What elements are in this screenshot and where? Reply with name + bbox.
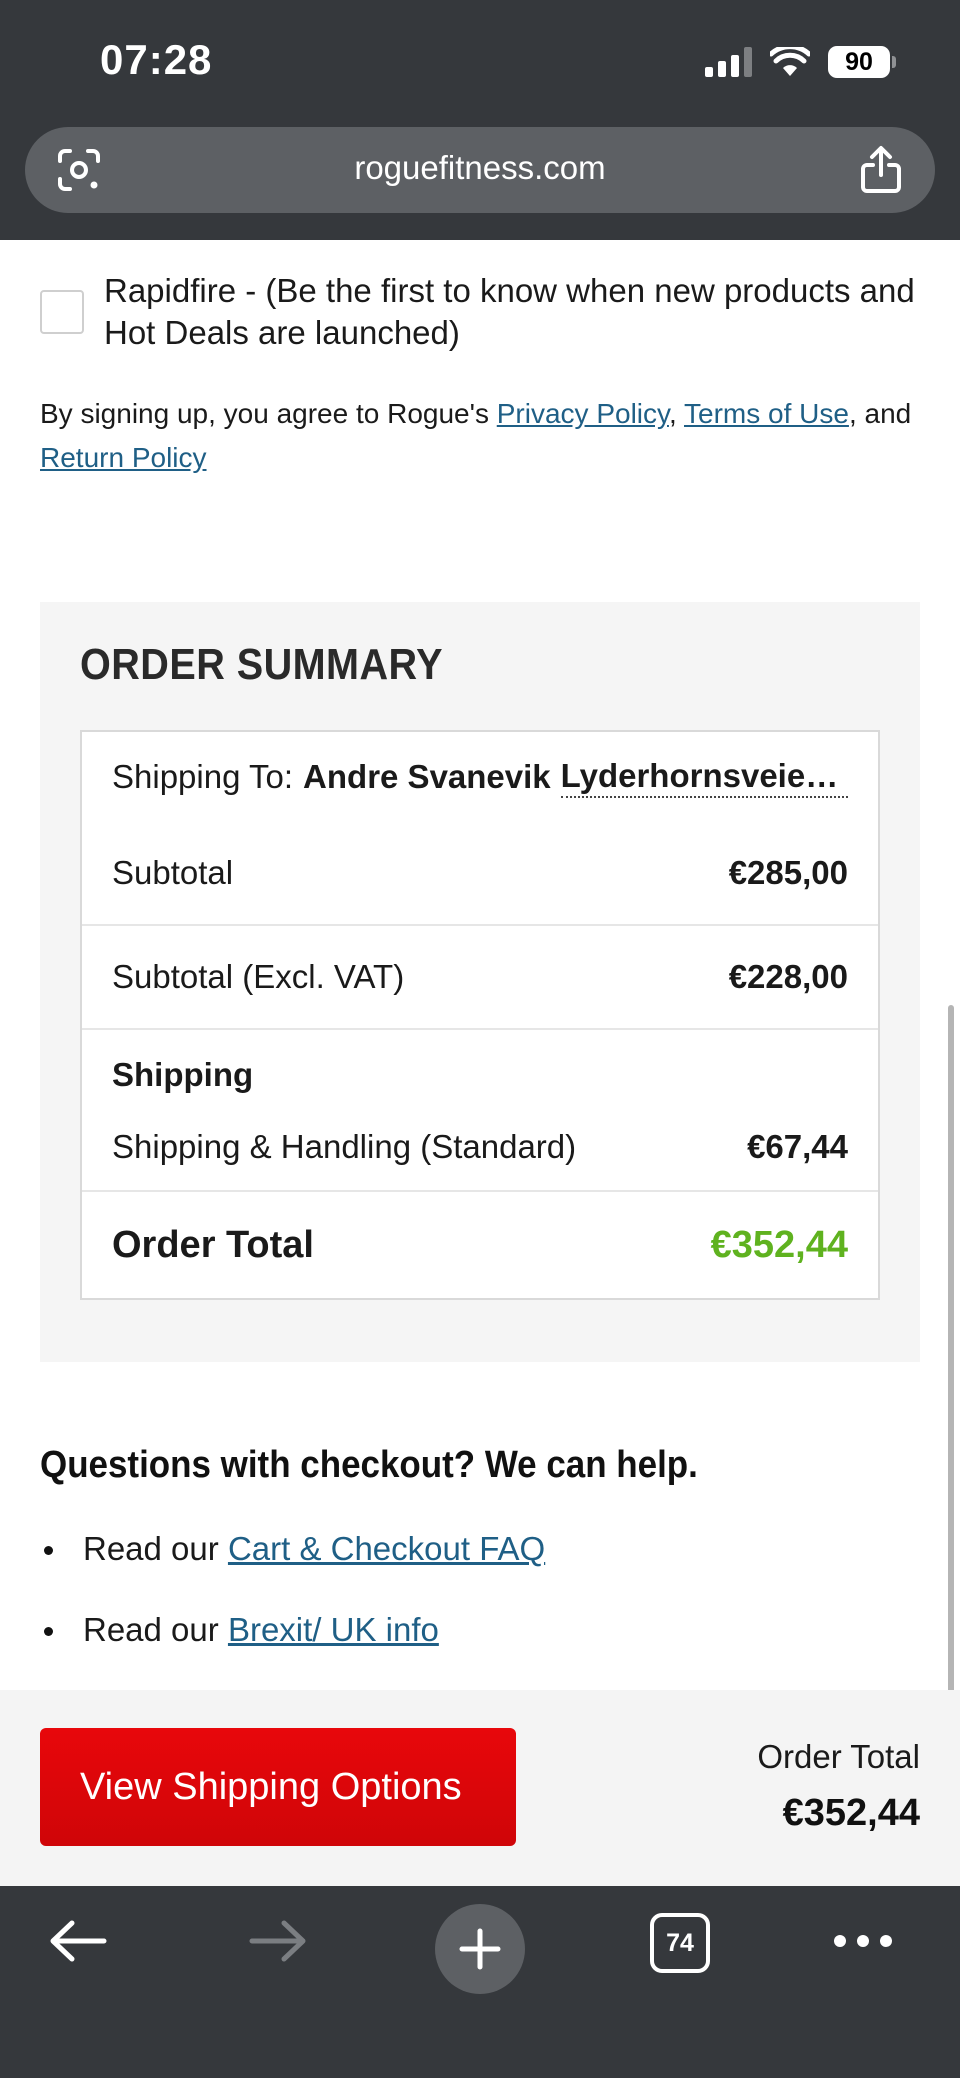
status-time: 07:28 <box>100 36 213 83</box>
help-item-prefix: Read our <box>83 1611 219 1648</box>
tabs-icon[interactable]: 74 <box>650 1913 710 1973</box>
browser-top-chrome: 07:28 90 roguefitness.com <box>0 0 960 240</box>
shipping-row: Shipping Shipping & Handling (Standard) … <box>82 1030 878 1192</box>
brexit-uk-info-link[interactable]: Brexit/ UK info <box>228 1611 439 1649</box>
subtotal-label: Subtotal <box>112 854 234 891</box>
page-scrollbar[interactable] <box>948 1005 954 1730</box>
shipping-to-address[interactable]: Lyderhornsveien … <box>560 756 848 798</box>
address-bar[interactable]: roguefitness.com <box>25 127 935 213</box>
order-summary-table: Shipping To: Andre Svanevik Lyderhornsve… <box>80 730 880 1300</box>
shipping-to-label: Shipping To: <box>112 758 294 795</box>
agree-comma: , <box>668 398 684 429</box>
shipping-heading: Shipping <box>112 1056 254 1093</box>
subtotal-excl-vat-label: Subtotal (Excl. VAT) <box>112 958 405 995</box>
cart-checkout-faq-link[interactable]: Cart & Checkout FAQ <box>228 1530 545 1568</box>
more-dots-icon[interactable] <box>830 1886 896 1996</box>
shipping-to-name: Andre Svanevik <box>303 758 551 795</box>
bullet-icon <box>44 1546 53 1555</box>
agree-and: , and <box>848 398 912 429</box>
back-arrow-icon[interactable] <box>38 1886 118 1996</box>
help-item: Read our Cart & Checkout FAQ <box>40 1530 545 1611</box>
wifi-icon <box>770 47 810 76</box>
order-summary-title: ORDER SUMMARY <box>80 640 443 689</box>
status-icons: 90 <box>705 44 896 80</box>
battery-level: 90 <box>828 46 890 78</box>
subtotal-row: Subtotal €285,00 <box>82 822 878 926</box>
signup-agreement-text: By signing up, you agree to Rogue's Priv… <box>40 392 920 480</box>
order-total-row: Order Total €352,44 <box>82 1192 878 1298</box>
agree-prefix: By signing up, you agree to Rogue's <box>40 398 497 429</box>
subtotal-excl-vat-value: €228,00 <box>728 958 848 995</box>
footer-order-total-value: €352,44 <box>782 1792 920 1834</box>
rapidfire-option: Rapidfire - (Be the first to know when n… <box>40 270 920 354</box>
order-summary-panel: ORDER SUMMARY Shipping To: Andre Svanevi… <box>40 602 920 1362</box>
browser-bottom-toolbar: 74 <box>0 1886 960 2078</box>
help-item: Read our Brexit/ UK info <box>40 1611 545 1692</box>
privacy-policy-link[interactable]: Privacy Policy <box>497 398 669 429</box>
rapidfire-checkbox[interactable] <box>40 290 84 334</box>
rapidfire-label[interactable]: Rapidfire - (Be the first to know when n… <box>104 270 920 354</box>
shipping-method-value: €67,44 <box>747 1128 848 1165</box>
footer-order-total-label: Order Total <box>757 1738 920 1775</box>
order-total-label: Order Total <box>112 1223 314 1266</box>
battery-icon: 90 <box>828 46 896 78</box>
share-icon[interactable] <box>855 141 907 199</box>
new-tab-plus-icon[interactable] <box>435 1904 525 1994</box>
terms-of-use-link[interactable]: Terms of Use <box>684 398 849 429</box>
help-title: Questions with checkout? We can help. <box>40 1444 698 1486</box>
help-list: Read our Cart & Checkout FAQ Read our Br… <box>40 1530 545 1692</box>
sticky-checkout-footer: View Shipping Options Order Total €352,4… <box>0 1690 960 1886</box>
bullet-icon <box>44 1627 53 1636</box>
order-total-value: €352,44 <box>710 1223 848 1266</box>
view-shipping-options-button[interactable]: View Shipping Options <box>40 1728 516 1846</box>
help-item-prefix: Read our <box>83 1530 219 1567</box>
shipping-to-row: Shipping To: Andre Svanevik Lyderhornsve… <box>82 732 878 822</box>
url-text: roguefitness.com <box>354 149 606 186</box>
subtotal-value: €285,00 <box>728 854 848 891</box>
forward-arrow-icon[interactable] <box>238 1886 318 1996</box>
shipping-method-label: Shipping & Handling (Standard) <box>112 1128 577 1165</box>
signal-icon <box>705 47 752 77</box>
subtotal-excl-vat-row: Subtotal (Excl. VAT) €228,00 <box>82 926 878 1030</box>
return-policy-link[interactable]: Return Policy <box>40 442 207 473</box>
